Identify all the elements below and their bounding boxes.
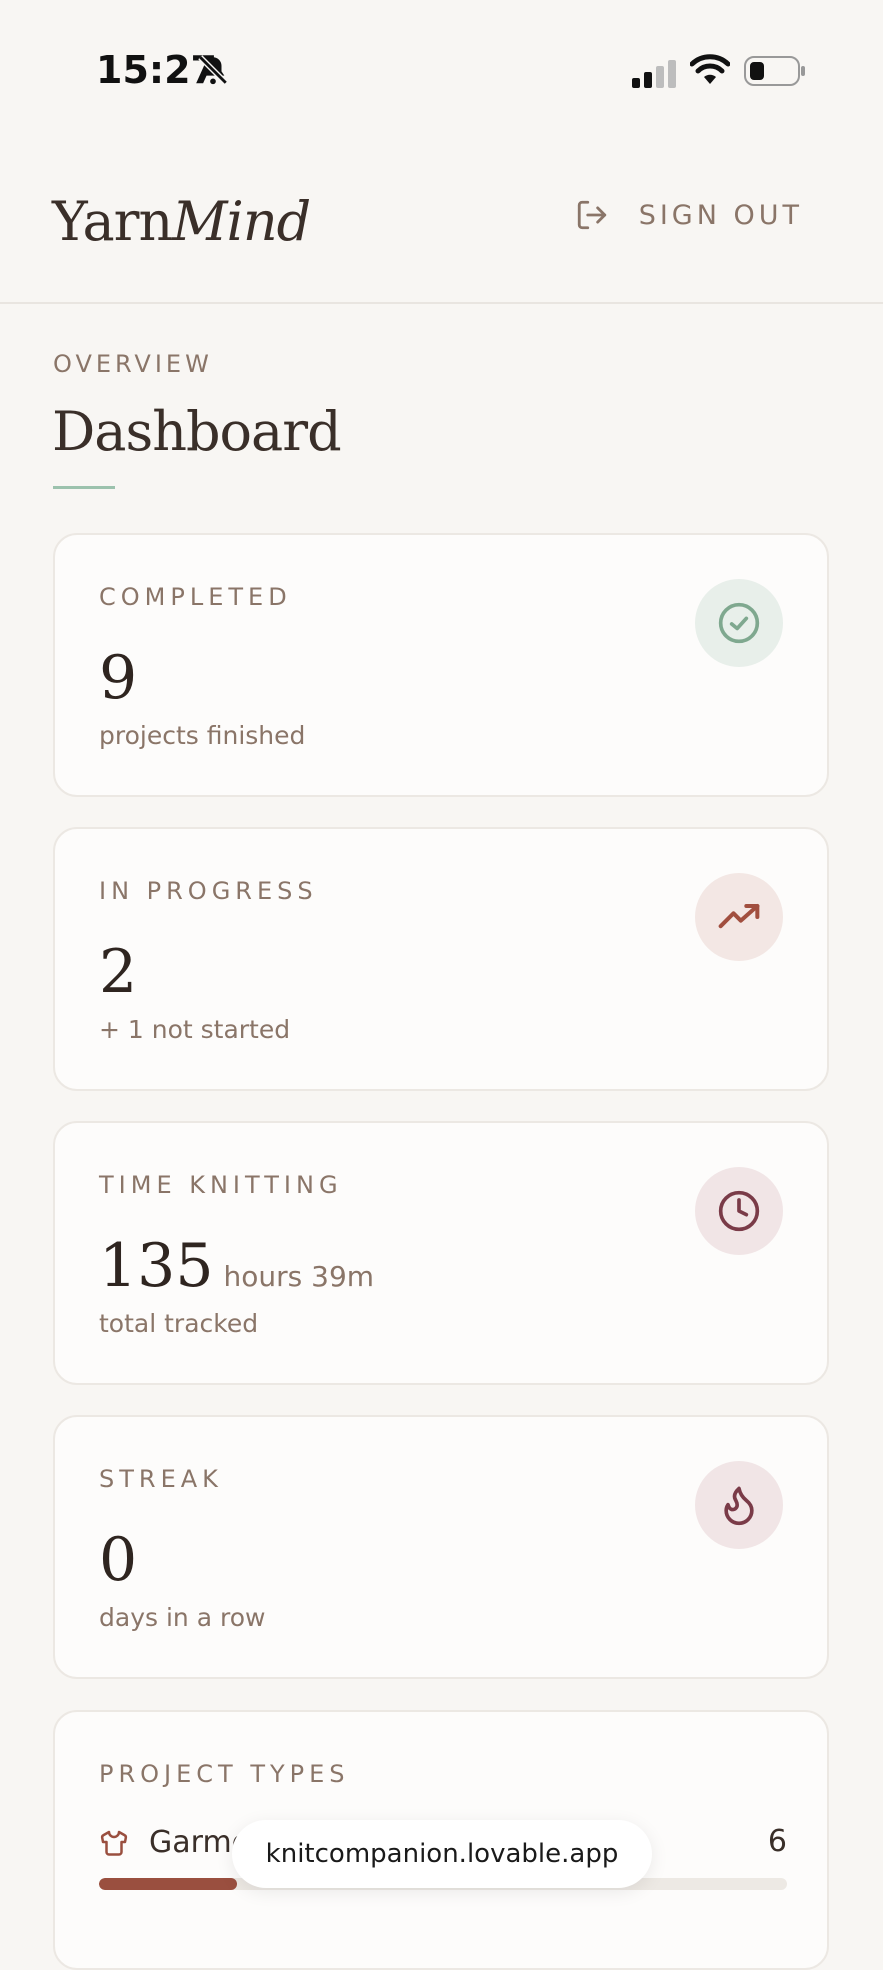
stat-icon-badge <box>695 1167 783 1255</box>
app-header: YarnMind SIGN OUT <box>0 140 883 304</box>
sign-out-button[interactable]: SIGN OUT <box>575 198 803 232</box>
stat-label: STREAK <box>99 1465 223 1493</box>
stat-icon-badge <box>695 579 783 667</box>
stat-value: 2 <box>99 937 138 1007</box>
wifi-icon <box>690 54 730 84</box>
cellular-signal-icon <box>632 60 676 88</box>
stat-value-row: 9 <box>99 643 147 713</box>
stat-card-streak: STREAK 0 days in a row <box>53 1415 829 1679</box>
stat-subtext: projects finished <box>99 721 306 750</box>
stat-card-time-knitting: TIME KNITTING 135 hours 39m total tracke… <box>53 1121 829 1385</box>
stat-label: IN PROGRESS <box>99 877 318 905</box>
stat-label: COMPLETED <box>99 583 292 611</box>
project-type-count: 6 <box>767 1824 787 1859</box>
stat-unit: hours 39m <box>223 1260 375 1293</box>
flame-icon <box>724 1486 754 1526</box>
battery-icon <box>744 56 805 86</box>
title-underline <box>53 486 115 489</box>
shirt-icon <box>100 1830 128 1856</box>
sign-out-icon <box>577 200 606 230</box>
stat-value: 0 <box>99 1525 138 1595</box>
app-logo[interactable]: YarnMind <box>52 190 311 253</box>
stat-subtext: + 1 not started <box>99 1015 291 1044</box>
stat-subtext: days in a row <box>99 1603 266 1632</box>
status-bar: 15:27 <box>0 0 883 140</box>
stat-value: 9 <box>99 643 138 713</box>
stat-value-row: 135 hours 39m <box>99 1231 374 1301</box>
stat-icon-badge <box>695 1461 783 1549</box>
browser-url-pill[interactable]: knitcompanion.lovable.app <box>232 1820 652 1888</box>
stat-icon-badge <box>695 873 783 961</box>
stat-label: TIME KNITTING <box>99 1171 343 1199</box>
stat-card-in-progress: IN PROGRESS 2 + 1 not started <box>53 827 829 1091</box>
logo-text-yarn: Yarn <box>52 190 173 253</box>
stat-card-completed: COMPLETED 9 projects finished <box>53 533 829 797</box>
stat-value: 135 <box>99 1231 214 1301</box>
page-title: Dashboard <box>52 400 342 463</box>
project-type-bar-fill <box>99 1878 237 1890</box>
sign-out-label: SIGN OUT <box>638 199 803 231</box>
project-types-label: PROJECT TYPES <box>99 1760 350 1788</box>
stat-value-row: 2 <box>99 937 147 1007</box>
stat-value-row: 0 <box>99 1525 147 1595</box>
page-eyebrow: OVERVIEW <box>53 350 213 378</box>
stat-subtext: total tracked <box>99 1309 259 1338</box>
browser-url-text: knitcompanion.lovable.app <box>265 1839 619 1869</box>
logo-text-mind: Mind <box>172 190 311 253</box>
trending-up-icon <box>718 903 760 929</box>
check-circle-icon <box>718 602 760 644</box>
bell-muted-icon <box>198 55 228 85</box>
clock-icon <box>718 1190 760 1232</box>
